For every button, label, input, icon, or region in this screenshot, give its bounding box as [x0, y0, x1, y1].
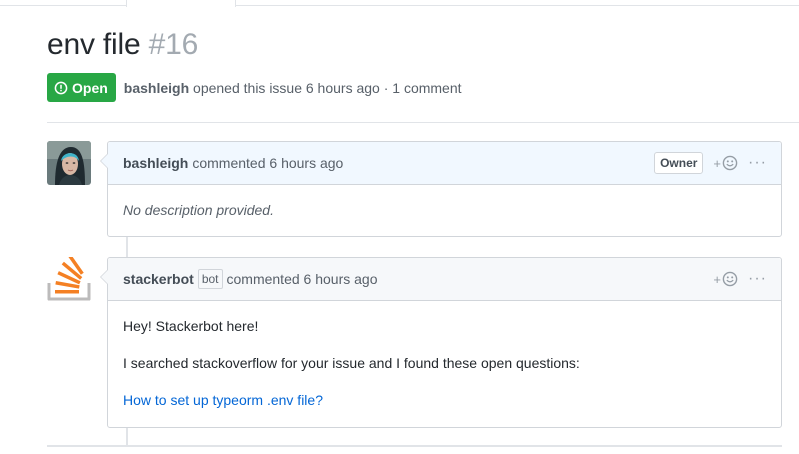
header-divider	[47, 122, 799, 123]
comment-bashleigh: bashleigh commented 6 hours ago Owner + …	[100, 141, 782, 237]
timeline-bottom-divider	[47, 445, 782, 447]
stackoverflow-logo-icon	[47, 257, 91, 301]
comment-actions: Owner + ···	[654, 142, 767, 184]
issue-number: #16	[148, 28, 199, 61]
add-reaction-button[interactable]: +	[713, 155, 738, 171]
smiley-icon	[722, 271, 738, 287]
comment-actions: + ···	[713, 258, 767, 300]
comment-author-link[interactable]: stackerbot	[123, 271, 194, 287]
avatar-stackerbot[interactable]	[47, 257, 91, 301]
bot-label: bot	[197, 269, 223, 289]
issue-title: env file #16	[47, 28, 198, 62]
comment-body: Hey! Stackerbot here! I searched stackov…	[108, 301, 781, 426]
issue-state-label: Open	[72, 79, 108, 96]
comment-paragraph: I searched stackoverflow for your issue …	[123, 355, 580, 371]
comment-header: stackerbot bot commented 6 hours ago + ·…	[108, 258, 781, 301]
owner-label: Owner	[654, 152, 704, 174]
avatar-bashleigh[interactable]	[47, 141, 91, 185]
kebab-icon[interactable]: ···	[748, 271, 767, 287]
issue-author-link[interactable]: bashleigh	[124, 80, 189, 96]
timeline-connector	[126, 236, 128, 258]
comment-author-link[interactable]: bashleigh	[123, 155, 188, 171]
comment-stackerbot: stackerbot bot commented 6 hours ago + ·…	[100, 257, 782, 428]
no-description-text: No description provided.	[123, 202, 274, 218]
issue-meta: Open bashleigh opened this issue 6 hours…	[47, 73, 462, 102]
kebab-icon[interactable]: ···	[748, 155, 767, 171]
comment-timestamp[interactable]: commented 6 hours ago	[192, 155, 343, 171]
user-avatar-image	[47, 141, 91, 185]
issue-meta-text: bashleigh opened this issue 6 hours ago …	[124, 80, 462, 96]
reaction-plus: +	[713, 155, 722, 171]
smiley-icon	[722, 155, 738, 171]
comment-header: bashleigh commented 6 hours ago Owner + …	[108, 142, 781, 185]
comment-paragraph: Hey! Stackerbot here!	[123, 318, 259, 334]
issue-title-text: env file	[47, 28, 141, 61]
issue-state-badge: Open	[47, 73, 116, 102]
reaction-plus: +	[713, 271, 722, 287]
stackoverflow-question-link[interactable]: How to set up typeorm .env file?	[123, 392, 323, 408]
issue-opened-icon	[54, 81, 68, 94]
issue-opened-text: opened this issue 6 hours ago · 1 commen…	[193, 79, 462, 96]
timeline-connector	[126, 427, 128, 445]
comment-body: No description provided.	[108, 185, 781, 236]
top-tab-strip	[0, 0, 799, 6]
add-reaction-button[interactable]: +	[713, 271, 738, 287]
comment-timestamp[interactable]: commented 6 hours ago	[227, 271, 378, 287]
active-top-tab[interactable]	[126, 0, 236, 7]
